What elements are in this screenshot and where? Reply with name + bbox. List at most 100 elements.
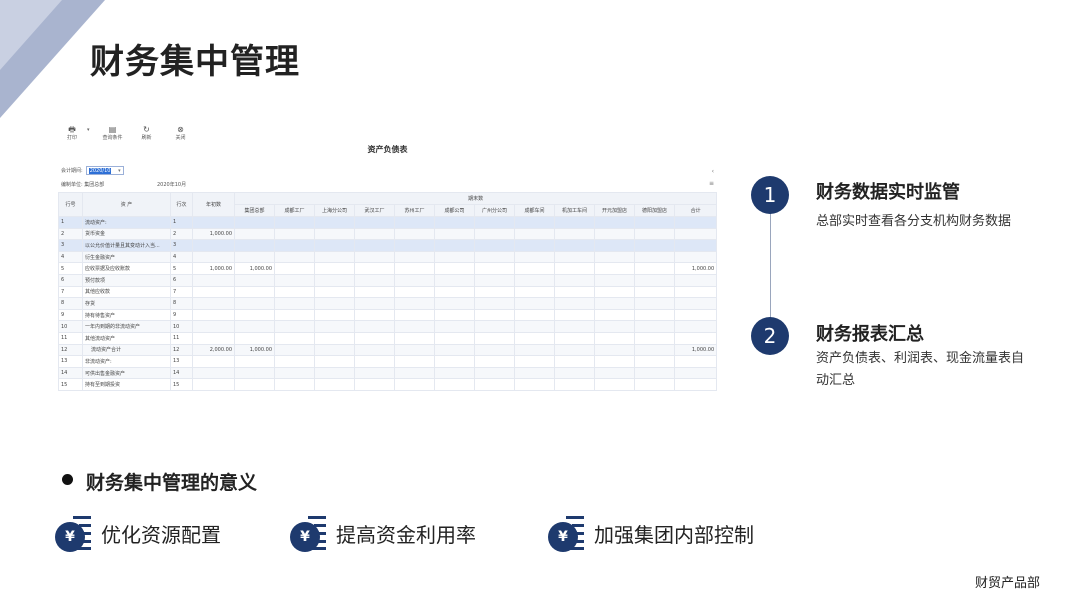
company-balance-cell[interactable] [354, 262, 395, 275]
company-balance-cell[interactable] [434, 343, 475, 357]
header-begin[interactable]: 年初数 [192, 192, 235, 217]
row-number-cell[interactable]: 9 [58, 308, 83, 322]
company-balance-cell[interactable] [634, 227, 675, 241]
company-balance-cell[interactable] [434, 285, 475, 299]
hq-balance-cell[interactable] [234, 273, 275, 287]
company-balance-cell[interactable] [634, 285, 675, 299]
row-number-cell[interactable]: 14 [58, 366, 83, 380]
company-balance-cell[interactable] [634, 250, 675, 264]
company-balance-cell[interactable] [474, 285, 515, 299]
total-balance-cell[interactable]: 1,000.00 [673, 343, 718, 357]
asset-name-cell[interactable]: 持有待售资产 [82, 308, 171, 322]
begin-balance-cell[interactable] [192, 355, 235, 368]
company-balance-cell[interactable] [594, 320, 635, 333]
asset-name-cell[interactable]: 衍生金融资产 [82, 250, 171, 264]
company-balance-cell[interactable] [474, 331, 515, 345]
table-row[interactable]: 7 其他应收款 7 [58, 285, 718, 299]
total-balance-cell[interactable] [673, 250, 718, 264]
asset-name-cell[interactable]: 其他应收款 [82, 285, 171, 299]
begin-balance-cell[interactable] [192, 297, 235, 310]
asset-name-cell[interactable]: 其他流动资产 [82, 331, 171, 345]
company-balance-cell[interactable] [434, 355, 475, 368]
query-conditions-button[interactable]: ▤ 查询条件 [102, 125, 124, 145]
company-balance-cell[interactable] [354, 343, 395, 357]
side-icons[interactable]: ‹ ≡ [709, 166, 714, 190]
company-balance-cell[interactable] [514, 366, 555, 380]
company-balance-cell[interactable] [434, 297, 475, 310]
company-balance-cell[interactable] [474, 273, 515, 287]
table-row[interactable]: 2 货币资金 2 1,000.00 [58, 227, 718, 241]
row-number-cell[interactable]: 1 [58, 216, 83, 229]
company-balance-cell[interactable] [514, 331, 555, 345]
company-balance-cell[interactable] [474, 308, 515, 322]
header-company[interactable]: 广州分公司 [474, 204, 515, 217]
header-company[interactable]: 集团总部 [234, 204, 275, 217]
company-balance-cell[interactable] [554, 366, 595, 380]
company-balance-cell[interactable] [554, 262, 595, 275]
hq-balance-cell[interactable] [234, 378, 275, 391]
company-balance-cell[interactable] [594, 227, 635, 241]
company-balance-cell[interactable] [274, 227, 315, 241]
row-number-cell[interactable]: 7 [58, 285, 83, 299]
table-row[interactable]: 3 以公允价值计量且其变动计入当... 3 [58, 239, 718, 252]
total-balance-cell[interactable] [673, 285, 718, 299]
company-balance-cell[interactable] [394, 355, 435, 368]
row-number-cell[interactable]: 10 [58, 320, 83, 333]
total-balance-cell[interactable] [673, 320, 718, 333]
company-balance-cell[interactable] [394, 273, 435, 287]
table-row[interactable]: 8 存货 8 [58, 297, 718, 310]
company-balance-cell[interactable] [474, 250, 515, 264]
row-number-cell[interactable]: 12 [58, 343, 83, 357]
header-asset[interactable]: 资 产 [82, 192, 171, 217]
company-balance-cell[interactable] [514, 297, 555, 310]
line-number-cell[interactable]: 15 [170, 378, 193, 391]
table-row[interactable]: 6 预付款项 6 [58, 273, 718, 287]
header-company[interactable]: 开元加盟店 [594, 204, 635, 217]
company-balance-cell[interactable] [394, 378, 435, 391]
header-company[interactable]: 苏州工厂 [394, 204, 435, 217]
company-balance-cell[interactable] [434, 227, 475, 241]
company-balance-cell[interactable] [354, 320, 395, 333]
header-company[interactable]: 德阳加盟店 [634, 204, 675, 217]
hq-balance-cell[interactable] [234, 227, 275, 241]
company-balance-cell[interactable] [594, 262, 635, 275]
hq-balance-cell[interactable] [234, 250, 275, 264]
company-balance-cell[interactable] [314, 262, 355, 275]
company-balance-cell[interactable] [594, 366, 635, 380]
menu-icon[interactable]: ≡ [709, 178, 714, 190]
total-balance-cell[interactable] [673, 297, 718, 310]
table-row[interactable]: 14 可供出售金融资产 14 [58, 366, 718, 380]
table-row[interactable]: 13 非流动资产: 13 [58, 355, 718, 368]
company-balance-cell[interactable] [594, 273, 635, 287]
company-balance-cell[interactable] [474, 216, 515, 229]
hq-balance-cell[interactable]: 1,000.00 [234, 343, 275, 357]
company-balance-cell[interactable] [554, 308, 595, 322]
company-balance-cell[interactable] [274, 320, 315, 333]
company-balance-cell[interactable] [394, 250, 435, 264]
company-balance-cell[interactable] [554, 355, 595, 368]
company-balance-cell[interactable] [594, 355, 635, 368]
company-balance-cell[interactable] [594, 239, 635, 252]
company-balance-cell[interactable] [434, 216, 475, 229]
line-number-cell[interactable]: 8 [170, 297, 193, 310]
company-balance-cell[interactable] [314, 308, 355, 322]
begin-balance-cell[interactable] [192, 331, 235, 345]
asset-name-cell[interactable]: 货币资金 [82, 227, 171, 241]
company-balance-cell[interactable] [594, 250, 635, 264]
company-balance-cell[interactable] [434, 331, 475, 345]
company-balance-cell[interactable] [514, 239, 555, 252]
company-balance-cell[interactable] [634, 297, 675, 310]
row-number-cell[interactable]: 4 [58, 250, 83, 264]
company-balance-cell[interactable] [354, 285, 395, 299]
line-number-cell[interactable]: 12 [170, 343, 193, 357]
hq-balance-cell[interactable] [234, 366, 275, 380]
company-balance-cell[interactable] [434, 262, 475, 275]
company-balance-cell[interactable] [274, 355, 315, 368]
asset-name-cell[interactable]: 应收票据及应收账款 [82, 262, 171, 275]
company-balance-cell[interactable] [554, 320, 595, 333]
company-balance-cell[interactable] [554, 297, 595, 310]
company-balance-cell[interactable] [314, 331, 355, 345]
header-company[interactable]: 成都工厂 [274, 204, 315, 217]
company-balance-cell[interactable] [274, 262, 315, 275]
company-balance-cell[interactable] [314, 227, 355, 241]
